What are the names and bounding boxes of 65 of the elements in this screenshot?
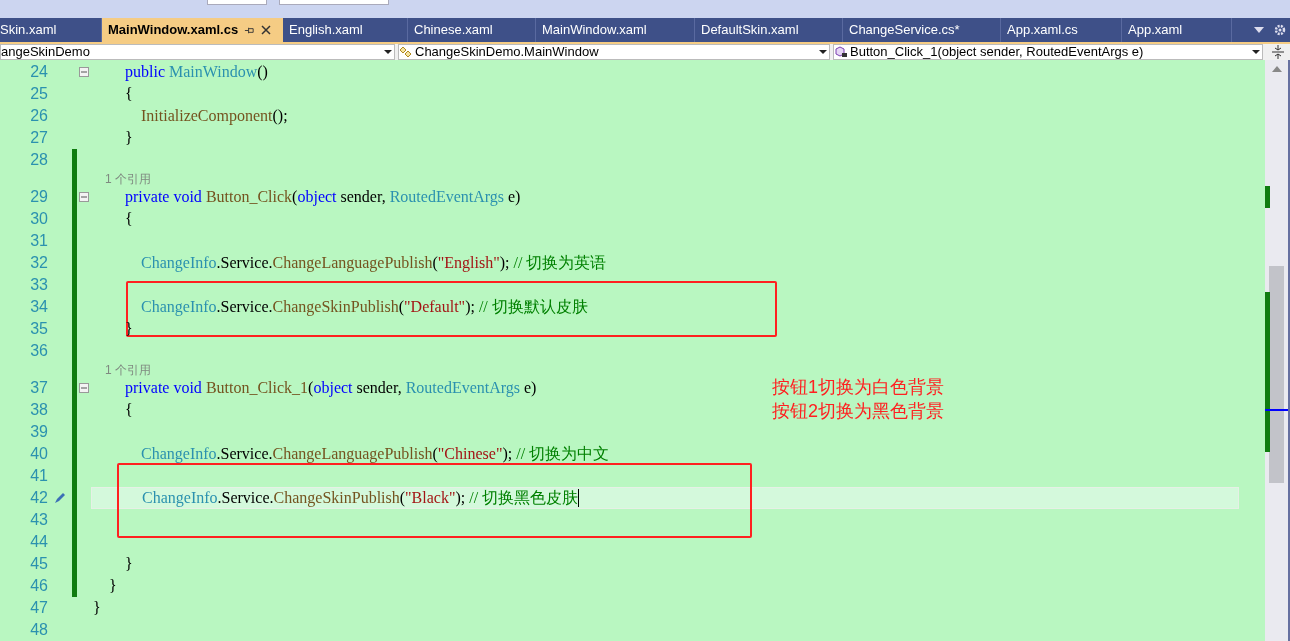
project-dropdown[interactable]: angeSkinDemo [0,44,395,60]
line-number: 34 [29,299,48,315]
code-line: } [124,321,133,337]
code-line: } [124,556,133,572]
line-number: 44 [29,534,48,550]
line-number: 30 [29,211,48,227]
code-line: public MainWindow() [124,64,268,80]
document-tab[interactable]: Skin.xaml [0,18,102,42]
line-number: 37 [29,380,48,396]
line-number: 45 [29,556,48,572]
line-number: 26 [29,108,48,124]
code-line: { [124,86,133,102]
collapse-icon[interactable] [79,67,89,77]
change-marker [1265,186,1270,208]
close-icon[interactable] [261,25,272,35]
type-dropdown[interactable]: ChangeSkinDemo.MainWindow [398,44,830,60]
line-number: 29 [29,189,48,205]
code-line: { [124,402,133,418]
code-line: { [124,211,133,227]
line-number: 35 [29,321,48,337]
line-number: 38 [29,402,48,418]
code-line: ChangeInfo.Service.ChangeLanguagePublish("English"); // 切换为英语 [140,255,607,271]
line-number: 42 [29,490,48,506]
method-icon [834,46,848,58]
line-number: 43 [29,512,48,528]
line-number: 31 [29,233,48,249]
code-line: } [124,130,133,146]
class-icon [399,46,413,58]
code-line: ChangeInfo.Service.ChangeLanguagePublish("Chinese"); // 切换为中文 [140,446,610,462]
line-number: 27 [29,130,48,146]
member-dropdown[interactable]: Button_Click_1(object sender, RoutedEventArgs e) [833,44,1263,60]
code-line: ChangeInfo.Service.ChangeSkinPublish("Black"); // 切换黑色皮肤 [141,490,579,506]
line-number: 32 [29,255,48,271]
code-line: private void Button_Click(object sender, RoutedEventArgs e) [124,189,521,205]
code-line: ChangeInfo.Service.ChangeSkinPublish("Default"); // 切换默认皮肤 [140,299,588,315]
annotation-text: 按钮1切换为白色背景 [772,378,944,396]
scrollbar[interactable] [1265,60,1290,641]
code-line: InitializeComponent(); [140,108,288,124]
text-cursor [578,489,580,507]
line-number: 40 [29,446,48,462]
line-number: 25 [29,86,48,102]
line-number: 47 [29,600,48,616]
caret-icon [819,49,827,55]
line-number: 36 [29,343,48,359]
scroll-up-icon[interactable] [1272,66,1282,72]
code-line: private void Button_Click_1(object sender, RoutedEventArgs e) [124,380,537,396]
line-number: 39 [29,424,48,440]
code-line: } [92,600,101,616]
line-number: 28 [29,152,48,168]
collapse-icon[interactable] [79,383,89,393]
caret-icon [384,49,392,55]
caret-marker [1265,409,1288,411]
code-line: } [108,578,117,594]
settings-icon[interactable] [1274,24,1286,36]
pencil-icon[interactable] [53,491,67,505]
line-number: 33 [29,277,48,293]
line-number: 41 [29,468,48,484]
line-number: 48 [29,622,48,638]
document-tab[interactable]: MainWindow.xaml.cs [102,18,283,42]
line-number: 24 [29,64,48,80]
line-number: 46 [29,578,48,594]
collapse-icon[interactable] [79,192,89,202]
caret-icon [1252,49,1260,55]
annotation-text: 按钮2切换为黑色背景 [772,402,944,420]
dropdown-icon[interactable] [1254,27,1264,33]
